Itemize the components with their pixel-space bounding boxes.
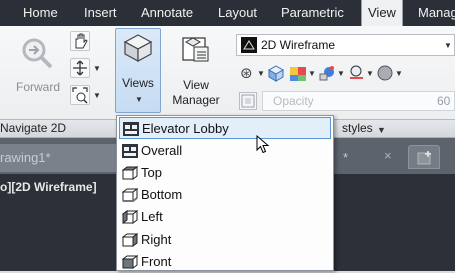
lights-chevron-down-icon[interactable]: ▼ (337, 69, 345, 78)
menu-item-right[interactable]: Right (119, 229, 331, 251)
named-view-icon (122, 144, 138, 158)
zoom-extents-chevron-down-icon[interactable]: ▼ (93, 91, 101, 100)
drawing-tab[interactable]: rawing1* (0, 144, 116, 172)
forward-button[interactable]: Forward (8, 32, 68, 104)
new-drawing-tab-button[interactable] (408, 145, 440, 169)
render-settings-icon[interactable]: ⊛ (240, 64, 253, 82)
top-view-cube-icon (122, 166, 138, 180)
mouse-pointer-icon (256, 135, 270, 154)
tab-overflow-marker: * (343, 150, 349, 165)
tab-view[interactable]: View (361, 0, 403, 26)
view-manager-button[interactable]: View Manager (166, 30, 226, 112)
named-view-icon (123, 122, 139, 136)
zoom-extents-icon (72, 87, 88, 104)
tab-layout[interactable]: Layout (218, 0, 257, 26)
views-label: Views (122, 76, 154, 90)
ribbon-tab-bar: Home Insert Annotate Layout Parametric V… (0, 0, 455, 26)
menu-item-overall[interactable]: Overall (119, 140, 331, 162)
tab-annotate[interactable]: Annotate (141, 0, 193, 26)
zoom-extents-button[interactable] (70, 85, 90, 105)
opacity-slider-field[interactable]: Opacity 60 (262, 91, 455, 111)
drawing-tab-label: rawing1* (0, 150, 51, 165)
plus-icon (417, 151, 431, 165)
sphere-icon[interactable] (376, 64, 394, 82)
menu-item-label: Top (141, 165, 162, 180)
front-view-cube-icon (122, 255, 138, 269)
close-tab-icon[interactable]: × (384, 148, 392, 163)
opacity-value: 60 (437, 94, 451, 108)
menu-item-label: Bottom (141, 187, 183, 202)
materials-chevron-down-icon[interactable]: ▼ (308, 69, 316, 78)
menu-item-label: Front (141, 254, 172, 269)
visual-styles-panel-chevron-down-icon[interactable]: ▼ (377, 125, 386, 135)
view-manager-label-line1: View (183, 78, 209, 92)
shadows-icon[interactable] (347, 64, 365, 82)
views-chevron-down-icon: ▼ (135, 95, 143, 104)
view-manager-label-line2: Manager (172, 93, 220, 107)
pan-hand-icon (75, 33, 88, 49)
zoom-arrows-icon (73, 60, 87, 76)
sphere-chevron-down-icon[interactable]: ▼ (395, 69, 403, 78)
zoom-chevron-down-icon[interactable]: ▼ (93, 64, 101, 73)
visual-style-chevron-down-icon: ▼ (444, 41, 452, 50)
xray-toggle-button[interactable] (239, 92, 257, 110)
menu-item-top[interactable]: Top (119, 162, 331, 184)
xray-icon (241, 94, 255, 108)
tab-insert[interactable]: Insert (84, 0, 117, 26)
menu-item-label: Elevator Lobby (142, 121, 229, 136)
tab-home[interactable]: Home (23, 0, 58, 26)
visual-style-value: 2D Wireframe (261, 38, 336, 52)
menu-item-left[interactable]: Left (119, 206, 331, 228)
tab-parametric[interactable]: Parametric (281, 0, 344, 26)
tab-manage[interactable]: Manag (418, 0, 455, 26)
menu-item-label: Left (141, 209, 163, 224)
menu-item-front[interactable]: Front (119, 251, 331, 273)
shadows-chevron-down-icon[interactable]: ▼ (366, 69, 374, 78)
menu-item-label: Right (141, 232, 172, 247)
forward-label: Forward (15, 80, 60, 94)
views-dropdown-menu: Elevator Lobby Overall Top Bottom Left R… (116, 115, 334, 271)
bottom-view-cube-icon (122, 188, 138, 202)
zoom-realtime-button[interactable] (70, 58, 90, 78)
navigate-2d-panel-title: Navigate 2D (0, 121, 67, 135)
viewport-controls-label[interactable]: o][2D Wireframe] (0, 180, 97, 194)
visual-styles-panel-title: styles (342, 121, 373, 135)
forward-zoom-icon (22, 38, 53, 69)
menu-item-label: Overall (141, 143, 183, 158)
views-cube-icon (123, 34, 153, 63)
shaded-box-icon[interactable] (267, 64, 285, 82)
materials-icon[interactable] (289, 64, 307, 82)
view-manager-icon (182, 37, 209, 62)
visual-style-dropdown[interactable]: 2D Wireframe ▼ (236, 34, 455, 56)
menu-item-elevator-lobby[interactable]: Elevator Lobby (119, 117, 331, 139)
wireframe-style-icon (241, 37, 257, 53)
render-chevron-down-icon[interactable]: ▼ (257, 69, 265, 78)
visual-style-tools-row: ⊛ ▼ ▼ ▼ ▼ ▼ (238, 63, 455, 85)
pan-button[interactable] (70, 31, 90, 51)
right-view-cube-icon (122, 233, 138, 247)
menu-item-bottom[interactable]: Bottom (119, 184, 331, 206)
views-button[interactable]: Views ▼ (115, 28, 161, 113)
lights-icon[interactable] (318, 64, 336, 82)
left-view-cube-icon (122, 210, 138, 224)
opacity-placeholder: Opacity (273, 94, 314, 108)
